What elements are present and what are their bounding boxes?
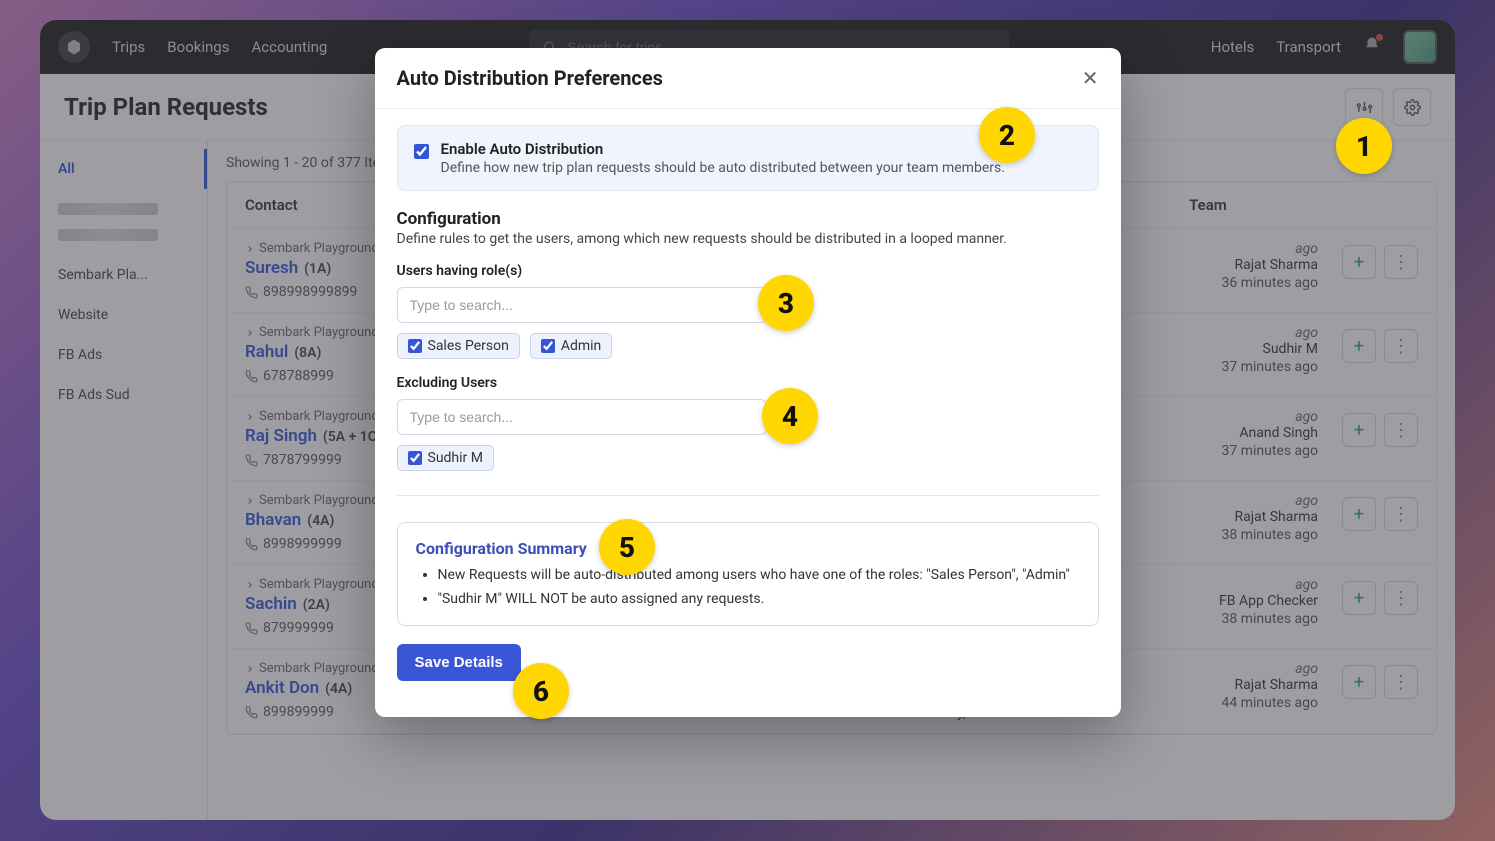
exclude-chip[interactable]: Sudhir M xyxy=(397,445,494,471)
role-chip[interactable]: Admin xyxy=(530,333,612,359)
role-chip-checkbox[interactable] xyxy=(408,339,422,353)
summary-item: New Requests will be auto-distributed am… xyxy=(438,566,1080,586)
divider xyxy=(397,495,1099,496)
callout-5: 5 xyxy=(599,519,655,575)
roles-search-input[interactable] xyxy=(397,287,767,323)
enable-sub: Define how new trip plan requests should… xyxy=(441,160,1005,176)
callout-1: 1 xyxy=(1336,118,1392,174)
configuration-heading: Configuration xyxy=(397,209,1099,229)
role-chip-checkbox[interactable] xyxy=(541,339,555,353)
enable-auto-distribution-checkbox[interactable] xyxy=(414,144,429,159)
summary-title: Configuration Summary xyxy=(416,539,1080,558)
configuration-sub: Define rules to get the users, among whi… xyxy=(397,231,1099,247)
roles-field-label: Users having role(s) xyxy=(397,263,1099,279)
exclude-field-label: Excluding Users xyxy=(397,375,1099,391)
close-icon[interactable]: ✕ xyxy=(1082,66,1099,90)
callout-6: 6 xyxy=(513,663,569,719)
save-button[interactable]: Save Details xyxy=(397,644,521,681)
callout-2: 2 xyxy=(979,107,1035,163)
summary-item: "Sudhir M" WILL NOT be auto assigned any… xyxy=(438,590,1080,610)
callout-4: 4 xyxy=(762,388,818,444)
configuration-summary: Configuration Summary New Requests will … xyxy=(397,522,1099,626)
enable-label: Enable Auto Distribution xyxy=(441,140,1005,158)
callout-3: 3 xyxy=(758,275,814,331)
modal-scrim: Auto Distribution Preferences ✕ Enable A… xyxy=(0,0,1495,841)
exclude-search-input[interactable] xyxy=(397,399,767,435)
exclude-chip-checkbox[interactable] xyxy=(408,451,422,465)
role-chip[interactable]: Sales Person xyxy=(397,333,520,359)
modal-title: Auto Distribution Preferences xyxy=(397,66,663,90)
